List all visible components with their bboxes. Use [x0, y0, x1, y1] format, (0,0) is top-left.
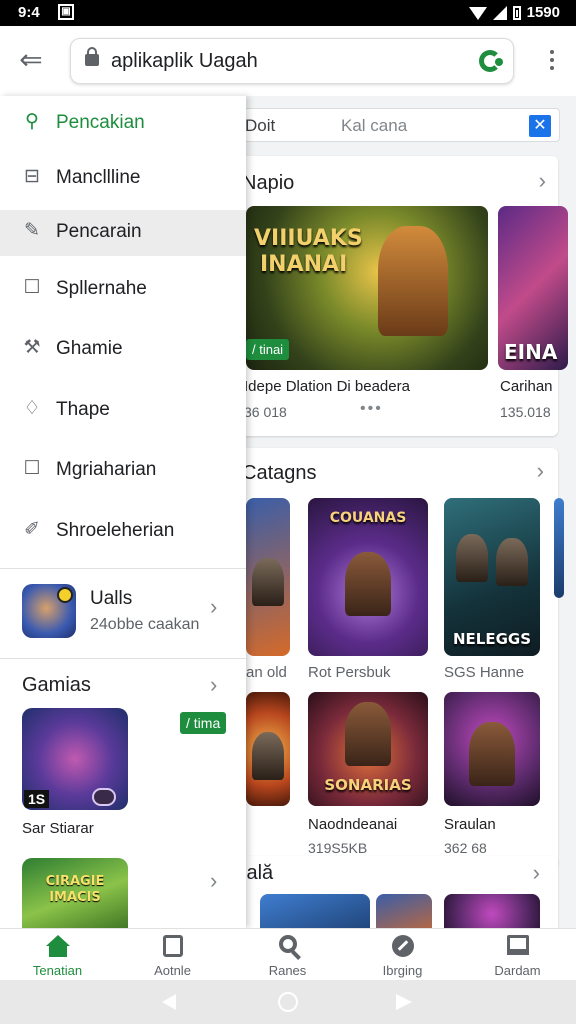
home-icon: [45, 935, 70, 959]
drawer-item-label: Pencarain: [56, 221, 142, 242]
top-toolbar: ⇐ aplikaplik Uagah: [0, 26, 576, 96]
drawer-item-label: Spllernahe: [56, 278, 147, 299]
minus-square-icon: ⊟: [24, 166, 40, 187]
square-icon: ☐: [23, 277, 41, 298]
divider: [0, 568, 246, 569]
drawer-item-6[interactable]: ☐ Mgriaharian: [0, 448, 246, 492]
system-recents-icon[interactable]: [396, 994, 412, 1010]
status-icons: 1590: [468, 4, 560, 21]
games-title: Gamias: [22, 674, 91, 696]
square-icon: ☐: [23, 458, 41, 479]
image-icon: ▣: [58, 4, 74, 20]
drawer-item-2[interactable]: ✎ Pencarain: [0, 210, 246, 256]
signal-icon: [492, 5, 507, 20]
system-home-icon[interactable]: [278, 992, 298, 1012]
wifi-icon: [468, 6, 487, 20]
inbox-icon: [506, 935, 530, 959]
nav-inbox[interactable]: Dardam: [460, 929, 575, 981]
tag-icon: ♢: [23, 398, 41, 419]
nav-label: Aotnle: [154, 963, 191, 978]
drawer-item-label: Pencakian: [56, 112, 145, 133]
divider: [0, 658, 246, 659]
chevron-right-icon[interactable]: ›: [210, 594, 217, 620]
tile-label: 1S: [24, 790, 50, 808]
url-text: aplikaplik Uagah: [111, 50, 258, 72]
nav-label: Tenatian: [32, 963, 83, 978]
app-icon[interactable]: [22, 584, 76, 638]
url-bar[interactable]: aplikaplik Uagah: [70, 38, 514, 84]
drawer-item-4[interactable]: ⚒ Ghamie: [0, 327, 246, 371]
chevron-right-icon[interactable]: ›: [210, 868, 217, 894]
nav-search[interactable]: Ranes: [230, 929, 345, 981]
drawer-item-label: Mgriaharian: [56, 459, 157, 480]
game-tile[interactable]: 1S: [22, 708, 128, 810]
search-icon: ⚲: [25, 111, 39, 132]
system-back-icon[interactable]: [162, 994, 176, 1010]
bottom-navigation: Tenatian Aotnle Ranes Ibrging Dardam: [0, 928, 576, 980]
drawer-item-7[interactable]: ✐ Shroeleherian: [0, 509, 246, 553]
chevron-right-icon[interactable]: ›: [210, 672, 217, 698]
downloads-title[interactable]: Ualls: [90, 588, 132, 610]
lock-icon: [85, 47, 99, 66]
drawer-item-5[interactable]: ♢ Thape: [0, 388, 246, 432]
apps-icon: [161, 935, 185, 959]
wrench-icon: ⚒: [23, 337, 41, 358]
battery-icon: [512, 5, 521, 20]
nav-label: Ranes: [268, 963, 307, 978]
tile-caption: Sar Stiarar: [22, 820, 94, 837]
nav-home[interactable]: Tenatian: [0, 929, 115, 981]
arrow-left-icon[interactable]: ⇐: [14, 44, 48, 78]
drawer-item-label: Mancllline: [56, 167, 141, 188]
games-badge: / tima: [180, 712, 227, 734]
nav-apps[interactable]: Aotnle: [115, 929, 230, 981]
drawer-item-label: Ghamie: [56, 338, 123, 359]
navigation-drawer: ⚲ Pencakian ⊟ Mancllline ✎ Pencarain ☐ S…: [0, 96, 246, 928]
explore-icon: [391, 935, 415, 959]
refresh-icon[interactable]: [479, 50, 503, 72]
game-tile[interactable]: CIRAGIE IMACIS: [22, 858, 128, 928]
tile-title: IMACIS: [49, 890, 101, 905]
more-vert-icon[interactable]: [550, 50, 554, 72]
search-icon: [276, 935, 300, 959]
system-navigation-bar: [0, 980, 576, 1024]
status-time: 9:4: [18, 4, 40, 21]
drawer-item-label: Thape: [56, 399, 110, 420]
drawer-item-label: Shroeleherian: [56, 520, 175, 541]
pen-icon: ✐: [24, 519, 40, 540]
tile-title: CIRAGIE: [45, 874, 105, 889]
battery-level: 1590: [526, 4, 560, 21]
drawer-item-0[interactable]: ⚲ Pencakian: [0, 101, 246, 145]
nav-label: Ibrging: [382, 963, 423, 978]
status-bar: 9:4 ▣ 1590: [0, 0, 576, 26]
drawer-item-3[interactable]: ☐ Spllernahe: [0, 267, 246, 311]
pencil-icon: ✎: [24, 220, 40, 241]
nav-explore[interactable]: Ibrging: [345, 929, 460, 981]
drawer-item-1[interactable]: ⊟ Mancllline: [0, 156, 246, 200]
badge-icon: [57, 587, 73, 603]
downloads-subtitle: 24obbe caakan: [90, 616, 200, 633]
ring-icon: [92, 788, 116, 806]
drawer-scrim[interactable]: [246, 96, 576, 928]
nav-label: Dardam: [494, 963, 541, 978]
